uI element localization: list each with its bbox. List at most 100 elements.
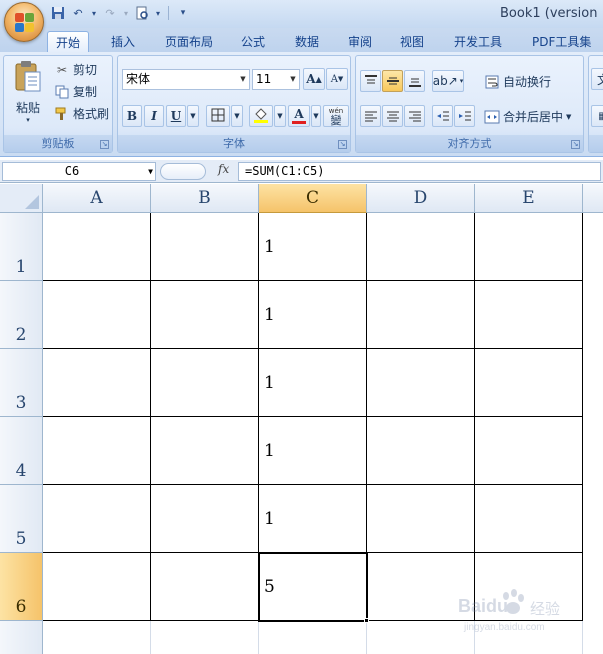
tab-view[interactable]: 视图 (392, 31, 432, 52)
cell-b1[interactable] (151, 213, 259, 281)
tab-review[interactable]: 审阅 (340, 31, 380, 52)
paste-dropdown-icon[interactable]: ▾ (26, 116, 30, 124)
cell-c2[interactable]: 1 (259, 281, 367, 349)
column-header-a[interactable]: A (43, 184, 151, 213)
cell-d1[interactable] (367, 213, 475, 281)
undo-icon[interactable]: ↶ (70, 5, 86, 21)
paste-button[interactable]: 粘贴 ▾ (8, 60, 48, 124)
fill-color-dropdown-icon[interactable]: ▼ (274, 105, 286, 127)
cell-c4[interactable]: 1 (259, 417, 367, 485)
cell-d5[interactable] (367, 485, 475, 553)
grow-font-button[interactable]: A ▲ (303, 68, 325, 90)
align-middle-button[interactable] (382, 70, 403, 92)
customize-qat-icon[interactable]: ▾ (175, 5, 191, 21)
column-header-d[interactable]: D (367, 184, 475, 213)
row-header-2[interactable]: 2 (0, 281, 43, 349)
redo-icon[interactable]: ↷ (102, 5, 118, 21)
print-preview-icon[interactable] (134, 5, 150, 21)
font-name-dropdown-icon[interactable]: ▼ (237, 70, 249, 89)
cell-e3[interactable] (475, 349, 583, 417)
underline-button[interactable]: U (166, 105, 186, 127)
row-header-1[interactable]: 1 (0, 213, 43, 281)
name-box[interactable]: C6 ▼ (2, 162, 156, 181)
borders-dropdown-icon[interactable]: ▼ (231, 105, 243, 127)
increase-indent-button[interactable] (454, 105, 475, 127)
phonetic-button[interactable]: wén 變 (323, 105, 349, 127)
cell-a7[interactable] (43, 621, 151, 654)
column-header-f-partial[interactable] (583, 184, 603, 213)
tab-data[interactable]: 数据 (287, 31, 327, 52)
cell-a2[interactable] (43, 281, 151, 349)
cell-e5[interactable] (475, 485, 583, 553)
cell-b6[interactable] (151, 553, 259, 621)
column-header-e[interactable]: E (475, 184, 583, 213)
save-icon[interactable] (50, 5, 66, 21)
cut-button[interactable]: ✂ 剪切 (54, 61, 97, 78)
font-name-combo[interactable]: 宋体 ▼ (122, 69, 250, 90)
print-dropdown-icon[interactable]: ▾ (154, 5, 162, 21)
bold-button[interactable]: B (122, 105, 142, 127)
cell-e4[interactable] (475, 417, 583, 485)
tab-page-layout[interactable]: 页面布局 (157, 31, 221, 52)
cell-a4[interactable] (43, 417, 151, 485)
formula-expand-handle[interactable] (160, 163, 206, 180)
tab-pdf-tools[interactable]: PDF工具集 (524, 31, 599, 52)
cell-d3[interactable] (367, 349, 475, 417)
cell-d4[interactable] (367, 417, 475, 485)
merge-center-button[interactable]: 合并后居中 ▼ (484, 108, 571, 125)
office-button[interactable] (4, 2, 44, 42)
font-size-combo[interactable]: 11 ▼ (252, 69, 300, 90)
wrap-text-button[interactable]: 自动换行 (484, 73, 551, 90)
align-bottom-button[interactable] (404, 70, 425, 92)
fill-handle[interactable] (364, 618, 369, 623)
cell-c6[interactable]: 5 (259, 553, 367, 621)
fill-color-button[interactable] (249, 105, 273, 127)
cell-b2[interactable] (151, 281, 259, 349)
align-right-button[interactable] (404, 105, 425, 127)
cell-e1[interactable] (475, 213, 583, 281)
italic-button[interactable]: I (144, 105, 164, 127)
column-header-b[interactable]: B (151, 184, 259, 213)
cell-b7[interactable] (151, 621, 259, 654)
font-color-button[interactable]: A (288, 105, 310, 127)
alignment-dialog-launcher[interactable]: ↘ (571, 140, 580, 149)
cell-c1[interactable]: 1 (259, 213, 367, 281)
shrink-font-button[interactable]: A ▼ (326, 68, 348, 90)
row-header-3[interactable]: 3 (0, 349, 43, 417)
row-header-5[interactable]: 5 (0, 485, 43, 553)
cell-a3[interactable] (43, 349, 151, 417)
align-center-button[interactable] (382, 105, 403, 127)
redo-dropdown-icon[interactable]: ▾ (122, 5, 130, 21)
borders-button[interactable] (206, 105, 230, 127)
font-size-dropdown-icon[interactable]: ▼ (287, 70, 299, 89)
tab-insert[interactable]: 插入 (103, 31, 143, 52)
cell-b3[interactable] (151, 349, 259, 417)
font-dialog-launcher[interactable]: ↘ (338, 140, 347, 149)
number-format-combo[interactable]: 文 (591, 68, 603, 90)
column-header-c[interactable]: C (259, 184, 367, 213)
row-header-6[interactable]: 6 (0, 553, 43, 621)
cell-a5[interactable] (43, 485, 151, 553)
tab-developer[interactable]: 开发工具 (446, 31, 510, 52)
name-box-dropdown-icon[interactable]: ▼ (148, 163, 153, 180)
cell-c5[interactable]: 1 (259, 485, 367, 553)
cell-b4[interactable] (151, 417, 259, 485)
insert-function-button[interactable]: fx (218, 162, 229, 176)
underline-dropdown-icon[interactable]: ▼ (187, 105, 199, 127)
cell-b5[interactable] (151, 485, 259, 553)
cell-c7[interactable] (259, 621, 367, 654)
cell-d7[interactable] (367, 621, 475, 654)
format-painter-button[interactable]: 格式刷 (54, 105, 109, 122)
cell-c3[interactable]: 1 (259, 349, 367, 417)
cell-a6[interactable] (43, 553, 151, 621)
cell-e7[interactable] (475, 621, 583, 654)
clipboard-dialog-launcher[interactable]: ↘ (100, 140, 109, 149)
tab-home[interactable]: 开始 (47, 31, 90, 52)
orientation-button[interactable]: ab↗ ▾ (432, 70, 464, 92)
number-format-button[interactable]: ▦ (591, 105, 603, 127)
font-color-dropdown-icon[interactable]: ▼ (311, 105, 321, 127)
select-all-corner[interactable] (0, 184, 43, 213)
cell-e6[interactable] (475, 553, 583, 621)
cell-d2[interactable] (367, 281, 475, 349)
row-header-7-partial[interactable] (0, 621, 43, 654)
